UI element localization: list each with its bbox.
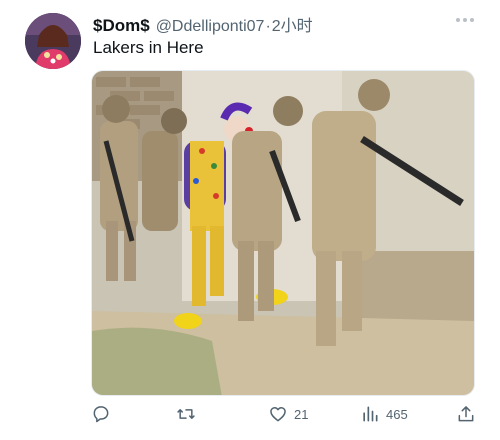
- tweet-text: Lakers in Here: [93, 38, 204, 57]
- more-icon[interactable]: [456, 18, 474, 24]
- views-icon: [363, 406, 378, 422]
- like-icon: [270, 407, 286, 422]
- retweet-icon: [177, 409, 195, 419]
- separator: ·: [265, 18, 271, 35]
- tweet-media[interactable]: [91, 70, 475, 396]
- timestamp[interactable]: 2小时: [272, 12, 313, 36]
- view-count: 465: [386, 406, 408, 422]
- reply-icon: [93, 406, 109, 423]
- photo: [92, 71, 474, 395]
- share-icon: [458, 406, 474, 422]
- share-button[interactable]: [456, 404, 476, 424]
- avatar[interactable]: [25, 13, 81, 69]
- retweet-button[interactable]: [176, 404, 202, 424]
- handle[interactable]: @Ddelliponti07: [156, 18, 265, 36]
- display-name[interactable]: $Dom$: [93, 16, 150, 36]
- avatar-image: [25, 13, 81, 69]
- tweet-header: $Dom$ @Ddelliponti07 · 2小时: [93, 12, 480, 36]
- action-bar: 21 465: [0, 398, 500, 432]
- views-button[interactable]: 465: [360, 404, 408, 424]
- like-count: 21: [294, 406, 309, 422]
- like-button[interactable]: 21: [268, 404, 308, 424]
- reply-button[interactable]: [91, 404, 117, 424]
